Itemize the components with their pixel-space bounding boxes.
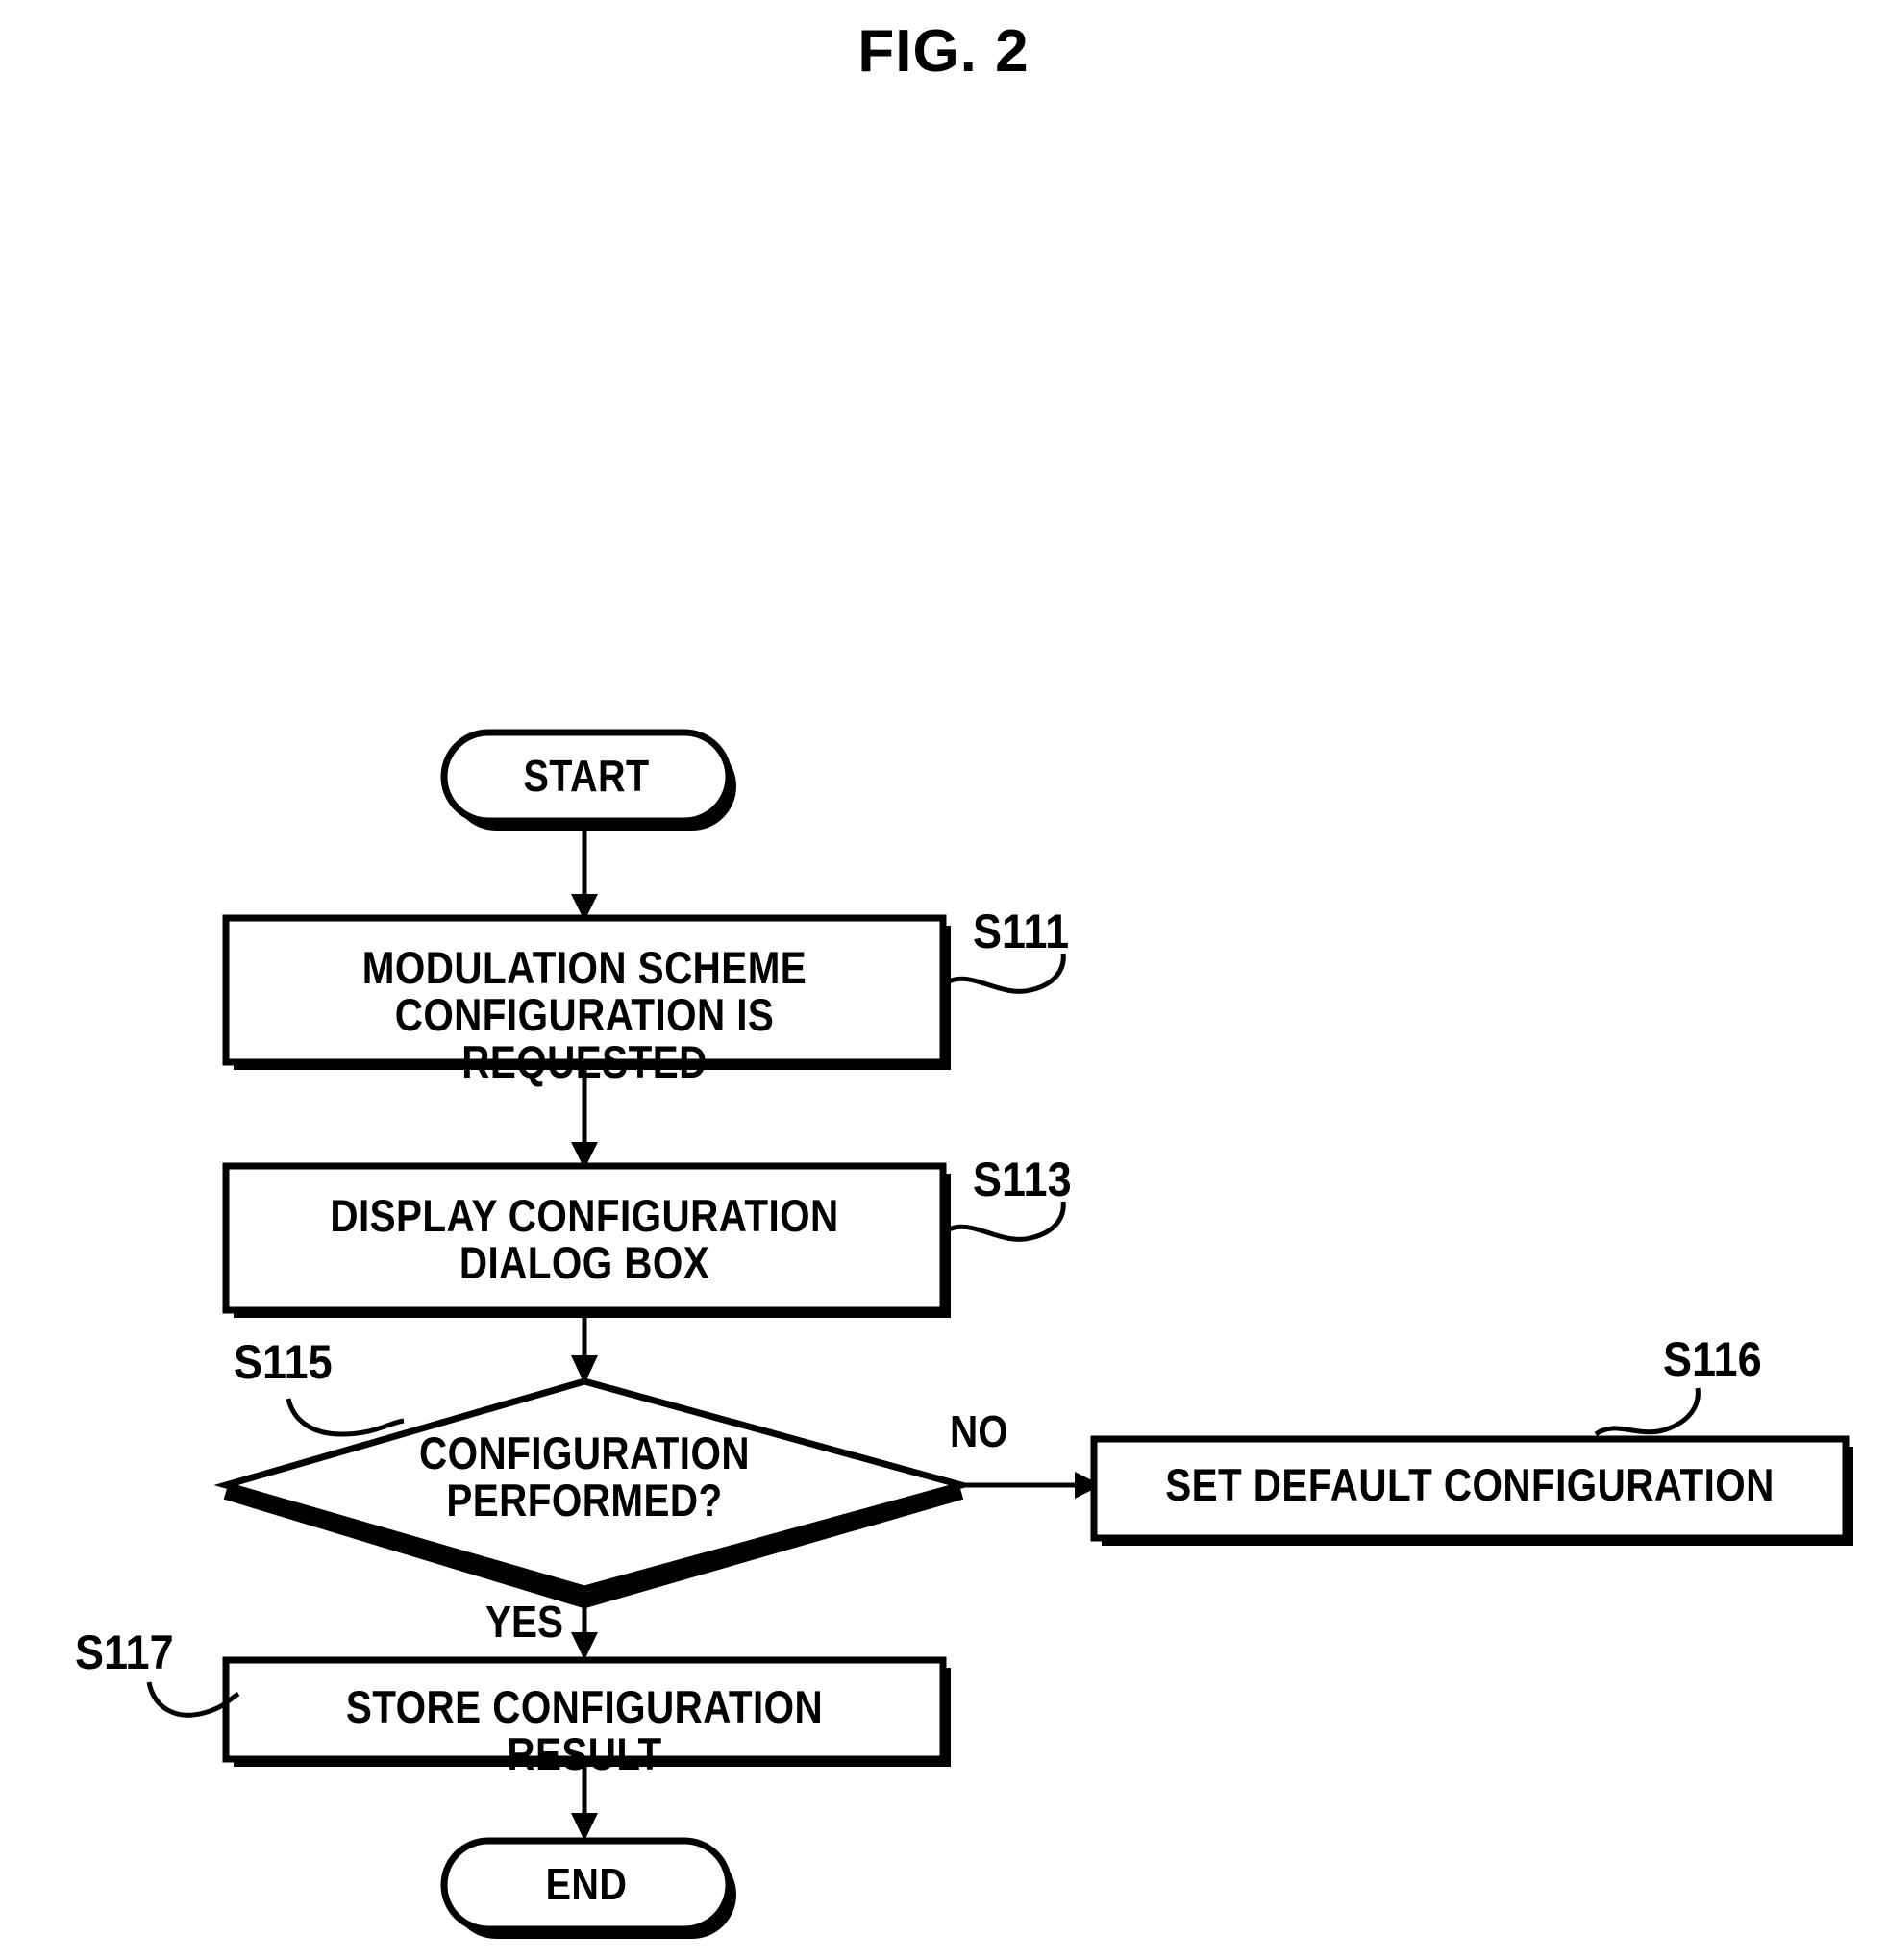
- start-label: START: [523, 751, 650, 801]
- s115-label: CONFIGURATION PERFORMED?: [419, 1427, 750, 1526]
- s116-leader-line: [1594, 1387, 1701, 1437]
- connector-s113-to-s115: [571, 1318, 598, 1384]
- step-ref-s111: S111: [973, 905, 1070, 958]
- s113-label: DISPLAY CONFIGURATION DIALOG BOX: [330, 1190, 839, 1288]
- connector-start-to-s111: [571, 829, 598, 921]
- step-ref-s115: S115: [234, 1335, 333, 1389]
- s115-leader-line: [286, 1398, 405, 1437]
- connector-s115-no-to-s116: [961, 1472, 1102, 1499]
- s117-label: STORE CONFIGURATION RESULT: [345, 1681, 824, 1779]
- s116-label: SET DEFAULT CONFIGURATION: [1165, 1459, 1775, 1510]
- step-ref-s113: S113: [973, 1153, 1072, 1206]
- s111-label: MODULATION SCHEME CONFIGURATION IS REQUE…: [361, 942, 807, 1087]
- branch-label-no: NO: [950, 1406, 1008, 1456]
- step-ref-s116: S116: [1663, 1332, 1762, 1386]
- step-ref-s117: S117: [75, 1625, 174, 1679]
- end-label: END: [545, 1859, 628, 1909]
- branch-label-yes: YES: [485, 1597, 564, 1647]
